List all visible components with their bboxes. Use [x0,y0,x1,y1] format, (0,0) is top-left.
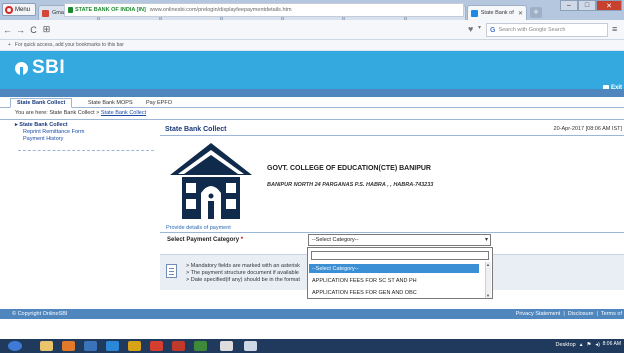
footer-links: Privacy Statement | Disclosure | Terms o… [516,311,622,317]
current-date: 20-Apr-2017 [08:06 AM IST] [553,126,622,132]
new-tab-button[interactable]: + [530,7,542,18]
secure-site-badge[interactable]: STATE BANK OF INDIA [IN] [68,7,146,13]
network-icon[interactable] [84,341,97,351]
browser-menu-button[interactable]: Menu [2,3,36,16]
forward-icon[interactable]: → [15,23,26,37]
chevron-down-icon: ▾ [484,237,488,243]
sbi-header: SBI Exit [0,51,624,91]
browser-settings-icon[interactable]: ≡ [612,24,617,34]
lock-icon [68,7,73,13]
sidebar-item-reprint[interactable]: Reprint Remittance Form [15,129,155,135]
college-address: BANIPUR NORTH 24 PARGANAS P.S. HABRA , ,… [267,182,434,188]
mail-icon[interactable] [194,341,207,351]
url-field[interactable]: STATE BANK OF INDIA [IN] www.onlinesbi.c… [64,3,464,17]
select-value: --Select Category-- [312,237,359,243]
sbi-nav-bar [0,89,624,97]
info-note: > Mandatory fields are marked with an as… [186,263,300,269]
copyright-text: © Copyright OnlineSBI [12,311,68,317]
provide-divider [160,232,624,233]
category-dropdown: --Select Category-- APPLICATION FEES FOR… [307,247,493,299]
speed-dial-icon[interactable]: ⊞ [41,23,52,37]
tab-favicon-icon [42,9,49,17]
search-input[interactable]: G Search with Google Search [486,23,608,37]
maximize-icon[interactable]: □ [578,0,596,11]
footer-separator: | [563,311,565,317]
info-note: > The payment structure document if avai… [186,270,299,276]
breadcrumb-home: State Bank Collect [49,110,95,116]
windows-taskbar: Desktop ▴ ⚑ ◂) 8:06 AM [0,339,624,353]
tab-pay-epfo[interactable]: Pay EPFO [140,98,178,108]
tray-label[interactable]: Desktop [556,342,576,348]
breadcrumb: You are here: State Bank Collect > State… [15,110,147,116]
dropdown-option-sc-st-ph[interactable]: APPLICATION FEES FOR SC ST AND PH [309,276,479,285]
opera-icon[interactable] [150,341,163,351]
tab-favicon-icon [470,9,478,17]
word-icon[interactable] [244,341,257,351]
tab-title: State Bank of In [480,10,515,16]
document-icon [166,264,177,278]
browser-tab[interactable]: State Bank of In✕ [466,5,527,20]
internet-explorer-icon[interactable] [106,341,119,351]
start-button-icon[interactable] [8,341,22,351]
sbi-logo[interactable]: SBI [15,57,65,79]
page-footer: © Copyright OnlineSBI Privacy Statement … [0,309,624,319]
bookmarks-bar: + For quick access, add your bookmarks t… [0,40,624,51]
provide-details-heading: Provide details of payment [166,225,231,231]
tab-state-bank-mops[interactable]: State Bank MOPS [82,98,139,108]
bookmark-heart-icon[interactable]: ♥ [468,24,473,34]
file-explorer-icon[interactable] [40,341,53,351]
dropdown-option-gen-obc[interactable]: APPLICATION FEES FOR GEN AND OBC [309,288,479,297]
flag-icon[interactable]: ⚑ [586,342,591,348]
info-notes: > Mandatory fields are marked with an as… [186,263,308,284]
payment-category-select[interactable]: --Select Category-- ▾ [308,234,491,246]
url-text: www.onlinesbi.com/prelogin/displayfeepay… [149,7,292,13]
footer-separator: | [596,311,598,317]
sidebar-divider [18,150,154,151]
required-asterisk: * [240,237,244,243]
sbi-tabs: State Bank Collect State Bank MOPS Pay E… [0,97,624,108]
bookmark-add-icon[interactable]: + [8,42,11,48]
volume-icon[interactable]: ◂) [595,342,600,348]
menu-label: Menu [15,6,31,13]
sbi-keyhole-icon [15,61,28,75]
terms-link[interactable]: Terms of [601,311,622,317]
college-logo [170,143,252,219]
reload-icon[interactable]: C [28,23,39,37]
page-title: State Bank Collect [165,126,227,133]
info-note: > Date specified(if any) should be in th… [186,277,300,283]
breadcrumb-current-link[interactable]: State Bank Collect [101,110,146,116]
main-header: State Bank Collect 20-Apr-2017 [08:06 AM… [160,123,624,136]
dropdown-search-input[interactable] [311,251,489,260]
back-icon[interactable]: ← [2,23,13,37]
bookmarks-hint: For quick access, add your bookmarks to … [14,42,124,48]
tray-arrow-icon[interactable]: ▴ [580,342,583,348]
media-player-icon[interactable] [62,341,75,351]
window-controls: – □ ✕ [560,0,622,11]
breadcrumb-divider [0,119,624,120]
payment-category-label: Select Payment Category * [167,237,244,243]
college-name: GOVT. COLLEGE OF EDUCATION(CTE) BANIPUR [267,165,431,172]
sidebar-item-state-bank-collect[interactable]: ▸ State Bank Collect [15,122,155,128]
tab-state-bank-collect[interactable]: State Bank Collect [10,98,73,108]
dropdown-option-select-category[interactable]: --Select Category-- [309,264,479,273]
dropdown-scrollbar[interactable] [485,262,491,298]
explorer-window-icon[interactable] [220,341,233,351]
google-icon: G [490,26,496,34]
chrome-icon[interactable] [128,341,141,351]
sidebar-item-payment-history[interactable]: Payment History [15,136,155,142]
close-window-icon[interactable]: ✕ [596,0,622,11]
search-placeholder: Search with Google Search [498,27,566,33]
system-tray: Desktop ▴ ⚑ ◂) [556,342,600,348]
disclosure-link[interactable]: Disclosure [568,311,594,317]
privacy-link[interactable]: Privacy Statement [516,311,561,317]
red-app-icon[interactable] [172,341,185,351]
clock[interactable]: 8:06 AM [603,341,621,347]
url-dropdown-icon[interactable]: ▾ [478,24,481,31]
minimize-icon[interactable]: – [560,0,578,11]
close-tab-icon[interactable]: ✕ [518,10,523,17]
opera-logo-icon [5,5,13,14]
